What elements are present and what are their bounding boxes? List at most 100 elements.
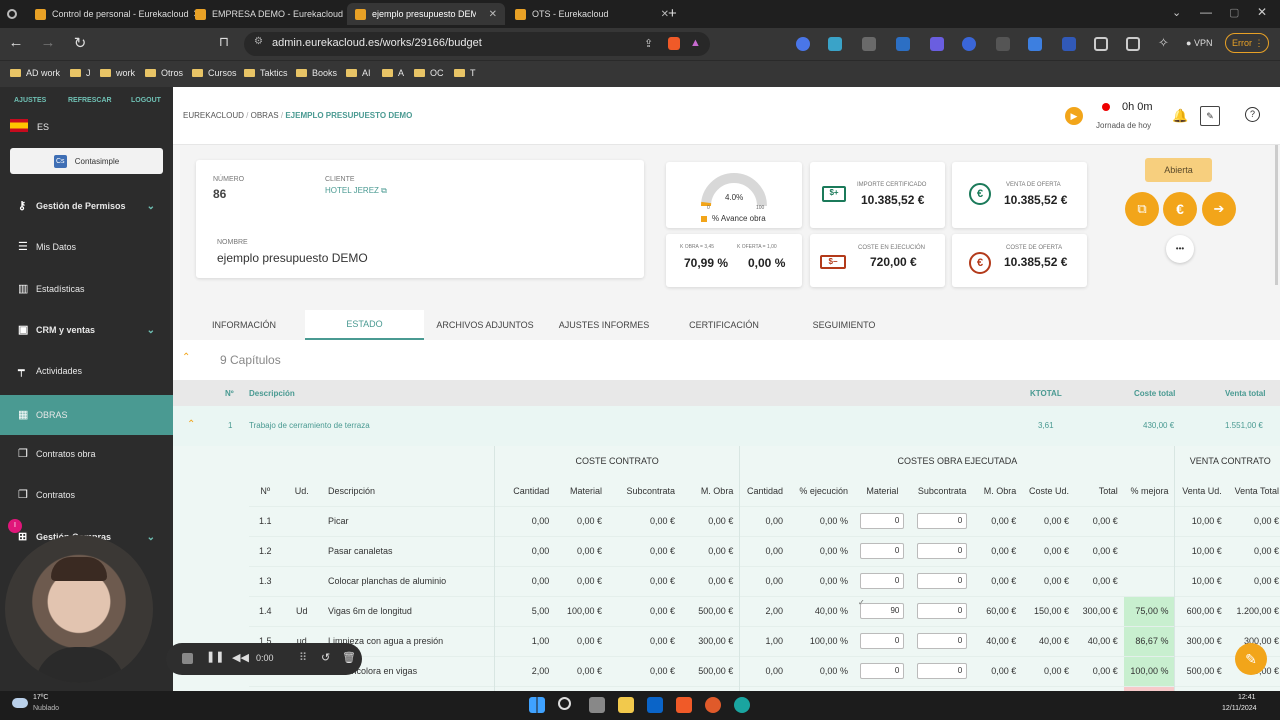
brave-shield-icon[interactable]: [668, 37, 680, 50]
subcontrata-input[interactable]: 0: [917, 633, 968, 649]
breadcrumb-item[interactable]: EUREKACLOUD: [183, 111, 244, 120]
tab-ajustes-informes[interactable]: AJUSTES INFORMES: [551, 310, 657, 340]
status-badge[interactable]: Abierta: [1145, 158, 1212, 182]
tab-archivos[interactable]: ARCHIVOS ADJUNTOS: [431, 310, 539, 340]
task-view-icon[interactable]: [589, 697, 605, 713]
extension-icon[interactable]: [862, 37, 876, 51]
vpn-button[interactable]: ● VPN: [1186, 38, 1212, 48]
subcontrata-input[interactable]: 0: [917, 663, 968, 679]
bookmark-icon[interactable]: ⊓: [214, 34, 234, 50]
close-window-icon[interactable]: ✕: [1257, 5, 1267, 19]
edit-fab-button[interactable]: ✎: [1235, 643, 1267, 675]
copy-button[interactable]: ⧉: [1125, 192, 1159, 226]
euro-button[interactable]: €: [1163, 192, 1197, 226]
chevron-up-icon[interactable]: ⌃: [187, 419, 195, 430]
bookmark-folder[interactable]: Otros: [145, 68, 183, 78]
sidebar-item-contratos-obra[interactable]: ❐ Contratos obra: [0, 434, 173, 474]
material-input[interactable]: 0: [860, 543, 905, 559]
outlook-icon[interactable]: [647, 697, 663, 713]
browser-tab[interactable]: OTS - Eurekacloud ✕: [507, 3, 677, 25]
app-icon[interactable]: [705, 697, 721, 713]
extension-icon[interactable]: [796, 37, 810, 51]
subcontrata-input[interactable]: 0: [917, 603, 968, 619]
sidebar-item-contratos[interactable]: ❐ Contratos: [0, 475, 173, 515]
extensions-puzzle-icon[interactable]: [1094, 37, 1108, 51]
extension-icon[interactable]: [962, 37, 976, 51]
table-row[interactable]: 1.1 Picar 0,00 0,00 € 0,00 € 0,00 € 0,00 0,00 %…: [249, 506, 1280, 536]
extension-icon[interactable]: [930, 37, 944, 51]
forward-icon[interactable]: →: [38, 34, 58, 51]
sidebar-item-actividades[interactable]: ┯ Actividades: [0, 351, 173, 391]
site-info-icon[interactable]: ⚙: [254, 36, 263, 47]
spain-flag-icon[interactable]: [10, 119, 28, 132]
back-icon[interactable]: ←: [6, 34, 26, 51]
browser-tab-active[interactable]: ejemplo presupuesto DEMO ✕: [347, 3, 505, 25]
play-timer-button[interactable]: ▶: [1065, 107, 1083, 125]
edge-icon[interactable]: [734, 697, 750, 713]
restart-icon[interactable]: ↺: [321, 651, 330, 664]
table-row[interactable]: 1.6…ón incolora en vigas2,000,00 €0,00 €…: [249, 656, 1280, 686]
help-icon[interactable]: ?: [1245, 107, 1260, 122]
address-bar[interactable]: ⚙ admin.eurekacloud.es/works/29166/budge…: [244, 32, 710, 56]
table-row[interactable]: 1.3 Colocar planchas de aluminio 0,00 0,00 …: [249, 566, 1280, 596]
share-icon[interactable]: ⇪: [644, 37, 653, 50]
tab-search-icon[interactable]: ⌄: [1172, 6, 1181, 19]
search-icon[interactable]: [558, 697, 571, 710]
brave-rewards-icon[interactable]: ▲: [690, 37, 701, 49]
cliente-link[interactable]: HOTEL JEREZ ⧉: [325, 186, 387, 196]
material-input[interactable]: 0: [860, 513, 905, 529]
sidebar-item-mis-datos[interactable]: ☰ Mis Datos: [0, 227, 173, 267]
sidebar-item-estadisticas[interactable]: ▥ Estadísticas: [0, 269, 173, 309]
subcontrata-input[interactable]: 0: [917, 513, 968, 529]
bookmark-folder[interactable]: J: [70, 68, 91, 78]
bell-icon[interactable]: 🔔: [1172, 108, 1188, 124]
subcontrata-input[interactable]: 0: [917, 543, 968, 559]
chevron-up-icon[interactable]: ⌃: [182, 352, 190, 363]
bookmark-folder[interactable]: A: [382, 68, 404, 78]
sidebar-item-crm[interactable]: ▣ CRM y ventas ⌄: [0, 310, 173, 350]
bookmark-folder[interactable]: AI: [346, 68, 371, 78]
extension-icon[interactable]: [996, 37, 1010, 51]
chapter-row[interactable]: ⌃ 1 Trabajo de cerramiento de terraza 3,…: [173, 406, 1280, 446]
trash-icon[interactable]: 🗑: [342, 651, 356, 664]
tab-certificacion[interactable]: CERTIFICACIÓN: [671, 310, 777, 340]
extension-icon[interactable]: [1062, 37, 1076, 51]
refresh-link[interactable]: REFRESCAR: [68, 97, 112, 104]
new-tab-button[interactable]: +: [668, 5, 677, 22]
bookmark-folder[interactable]: Books: [296, 68, 337, 78]
browser-tab[interactable]: EMPRESA DEMO - Eurekacloud✕: [187, 3, 357, 25]
extension-icon[interactable]: [828, 37, 842, 51]
pause-icon[interactable]: ❚❚: [206, 650, 224, 663]
reload-icon[interactable]: ↻: [70, 34, 90, 52]
bookmark-folder[interactable]: Cursos: [192, 68, 237, 78]
wallet-icon[interactable]: [1126, 37, 1140, 51]
error-button[interactable]: Error ⋮: [1225, 33, 1269, 53]
sidebar-item-obras[interactable]: ▦ OBRAS: [0, 395, 173, 435]
tab-estado[interactable]: ESTADO: [305, 310, 424, 340]
bookmark-folder[interactable]: OC: [414, 68, 444, 78]
language-label[interactable]: ES: [37, 122, 49, 132]
tab-informacion[interactable]: INFORMACIÓN: [195, 310, 293, 340]
windows-start-icon[interactable]: [529, 697, 545, 713]
browser-tab[interactable]: Control de personal - Eurekacloud✕: [27, 3, 197, 25]
minimize-icon[interactable]: —: [1200, 5, 1212, 19]
edit-icon[interactable]: ✎: [1200, 106, 1220, 126]
more-button[interactable]: •••: [1166, 235, 1194, 263]
close-tab-icon[interactable]: ✕: [485, 9, 497, 20]
table-row[interactable]: 1.2 Pasar canaletas 0,00 0,00 € 0,00 € 0,00 €…: [249, 536, 1280, 566]
table-row[interactable]: 1.5 ud Limpieza con agua a presión 1,00 0,00…: [249, 626, 1280, 656]
bookmark-folder[interactable]: Taktics: [244, 68, 288, 78]
material-input[interactable]: 90: [860, 603, 905, 619]
maximize-icon[interactable]: ▢: [1229, 6, 1239, 19]
sidebar-item-permisos[interactable]: ⚷ Gestión de Permisos ⌄: [0, 186, 173, 226]
scrollbar[interactable]: [1275, 145, 1278, 285]
contasimple-button[interactable]: Cs Contasimple: [10, 148, 163, 174]
settings-link[interactable]: AJUSTES: [14, 97, 46, 104]
leo-ai-icon[interactable]: ✧: [1158, 35, 1172, 50]
grid-handle-icon[interactable]: ⠿: [299, 651, 307, 664]
brave-icon[interactable]: [676, 697, 692, 713]
stop-icon[interactable]: [182, 653, 193, 664]
logout-link[interactable]: LOGOUT: [131, 97, 161, 104]
breadcrumb-item[interactable]: OBRAS: [251, 111, 279, 120]
material-input[interactable]: 0: [860, 573, 905, 589]
